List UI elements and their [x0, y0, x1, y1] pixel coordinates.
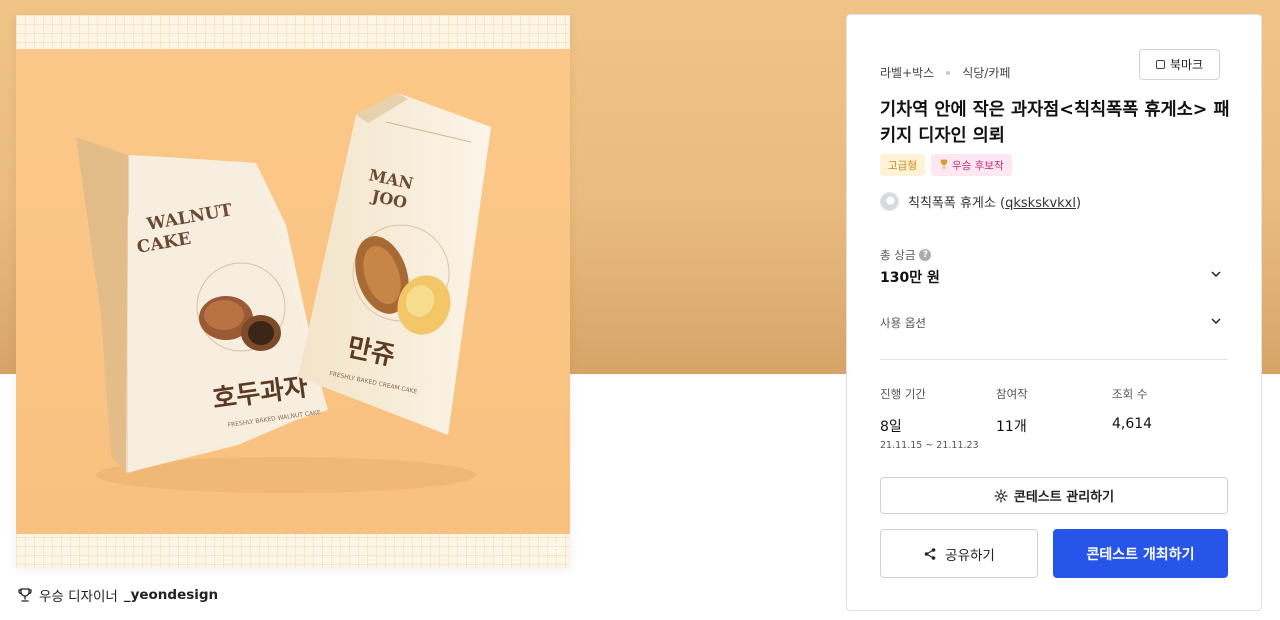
share-label: 공유하기: [945, 547, 995, 564]
prize-label-row: 총 상금 ?: [880, 247, 932, 263]
help-icon[interactable]: ?: [919, 249, 932, 261]
prize-expand-chevron-down-icon[interactable]: [1209, 267, 1223, 281]
bookmark-icon: [1155, 60, 1165, 69]
contest-title: 기차역 안에 작은 과자점<칙칙폭폭 휴게소> 패키지 디자인 의뢰: [880, 100, 1230, 146]
package-illustration: WALNUT CAKE 호두과자 FRESHLY BAKED WALNUT CA…: [16, 15, 570, 568]
manage-contest-label: 콘테스트 관리하기: [1013, 490, 1115, 505]
owner-handle[interactable]: qkskskvkxl: [1005, 196, 1076, 211]
gear-icon: [994, 488, 1008, 503]
badge-row: 고급형 우승 후보작: [880, 154, 1012, 176]
contest-owner[interactable]: 칙칙폭폭 휴게소 (qkskskvkxl): [880, 192, 1081, 211]
prize-label: 총 상금: [880, 248, 916, 262]
host-contest-button[interactable]: 콘테스트 개최하기: [1053, 529, 1228, 578]
usage-option-row[interactable]: 사용 옵션: [880, 315, 926, 331]
stat-views: 조회 수 4,614: [1112, 386, 1152, 432]
views-label: 조회 수: [1112, 387, 1148, 401]
duration-label: 진행 기간: [880, 387, 926, 401]
category-primary[interactable]: 라벨+박스: [880, 64, 934, 81]
designer-name[interactable]: _yeondesign: [124, 587, 218, 603]
share-button[interactable]: 공유하기: [880, 529, 1038, 578]
bookmark-button[interactable]: 북마크: [1139, 49, 1220, 80]
stat-duration: 진행 기간 8일 21.11.15 ~ 21.11.23: [880, 386, 979, 451]
contest-info-panel: 라벨+박스 식당/카페 북마크 기차역 안에 작은 과자점<칙칙폭폭 휴게소> …: [846, 14, 1262, 611]
divider: [880, 359, 1228, 360]
contest-main-image[interactable]: WALNUT CAKE 호두과자 FRESHLY BAKED WALNUT CA…: [16, 15, 570, 568]
image-counter: 38: [544, 542, 560, 556]
participants-value: 11개: [996, 419, 1027, 435]
category-secondary[interactable]: 식당/카페: [962, 64, 1010, 81]
bookmark-label: 북마크: [1169, 58, 1204, 72]
owner-name: 칙칙폭폭 휴게소: [908, 196, 996, 211]
duration-range: 21.11.15 ~ 21.11.23: [880, 440, 979, 451]
avatar: [880, 192, 899, 211]
participants-label: 참여작: [996, 387, 1028, 401]
award-badge: 우승 후보작: [930, 154, 1012, 176]
host-contest-label: 콘테스트 개최하기: [1086, 546, 1195, 563]
usage-expand-chevron-down-icon[interactable]: [1209, 314, 1223, 328]
stat-participants: 참여작 11개: [996, 386, 1028, 436]
breadcrumb-separator: [946, 70, 951, 75]
usage-option-label: 사용 옵션: [880, 316, 926, 330]
grade-badge: 고급형: [880, 154, 925, 176]
designer-label: 우승 디자이너: [39, 589, 118, 605]
manage-contest-button[interactable]: 콘테스트 관리하기: [880, 477, 1228, 514]
duration-value: 8일: [880, 419, 902, 435]
trophy-icon: [17, 587, 33, 603]
views-value: 4,614: [1112, 416, 1153, 432]
prize-value: 130만 원: [880, 270, 940, 286]
winning-designer[interactable]: 우승 디자이너 _yeondesign: [17, 585, 218, 605]
trophy-icon: [939, 159, 949, 172]
share-icon: [924, 547, 936, 560]
category-breadcrumb: 라벨+박스 식당/카페: [880, 64, 1010, 81]
award-badge-label: 우승 후보작: [951, 159, 1004, 172]
